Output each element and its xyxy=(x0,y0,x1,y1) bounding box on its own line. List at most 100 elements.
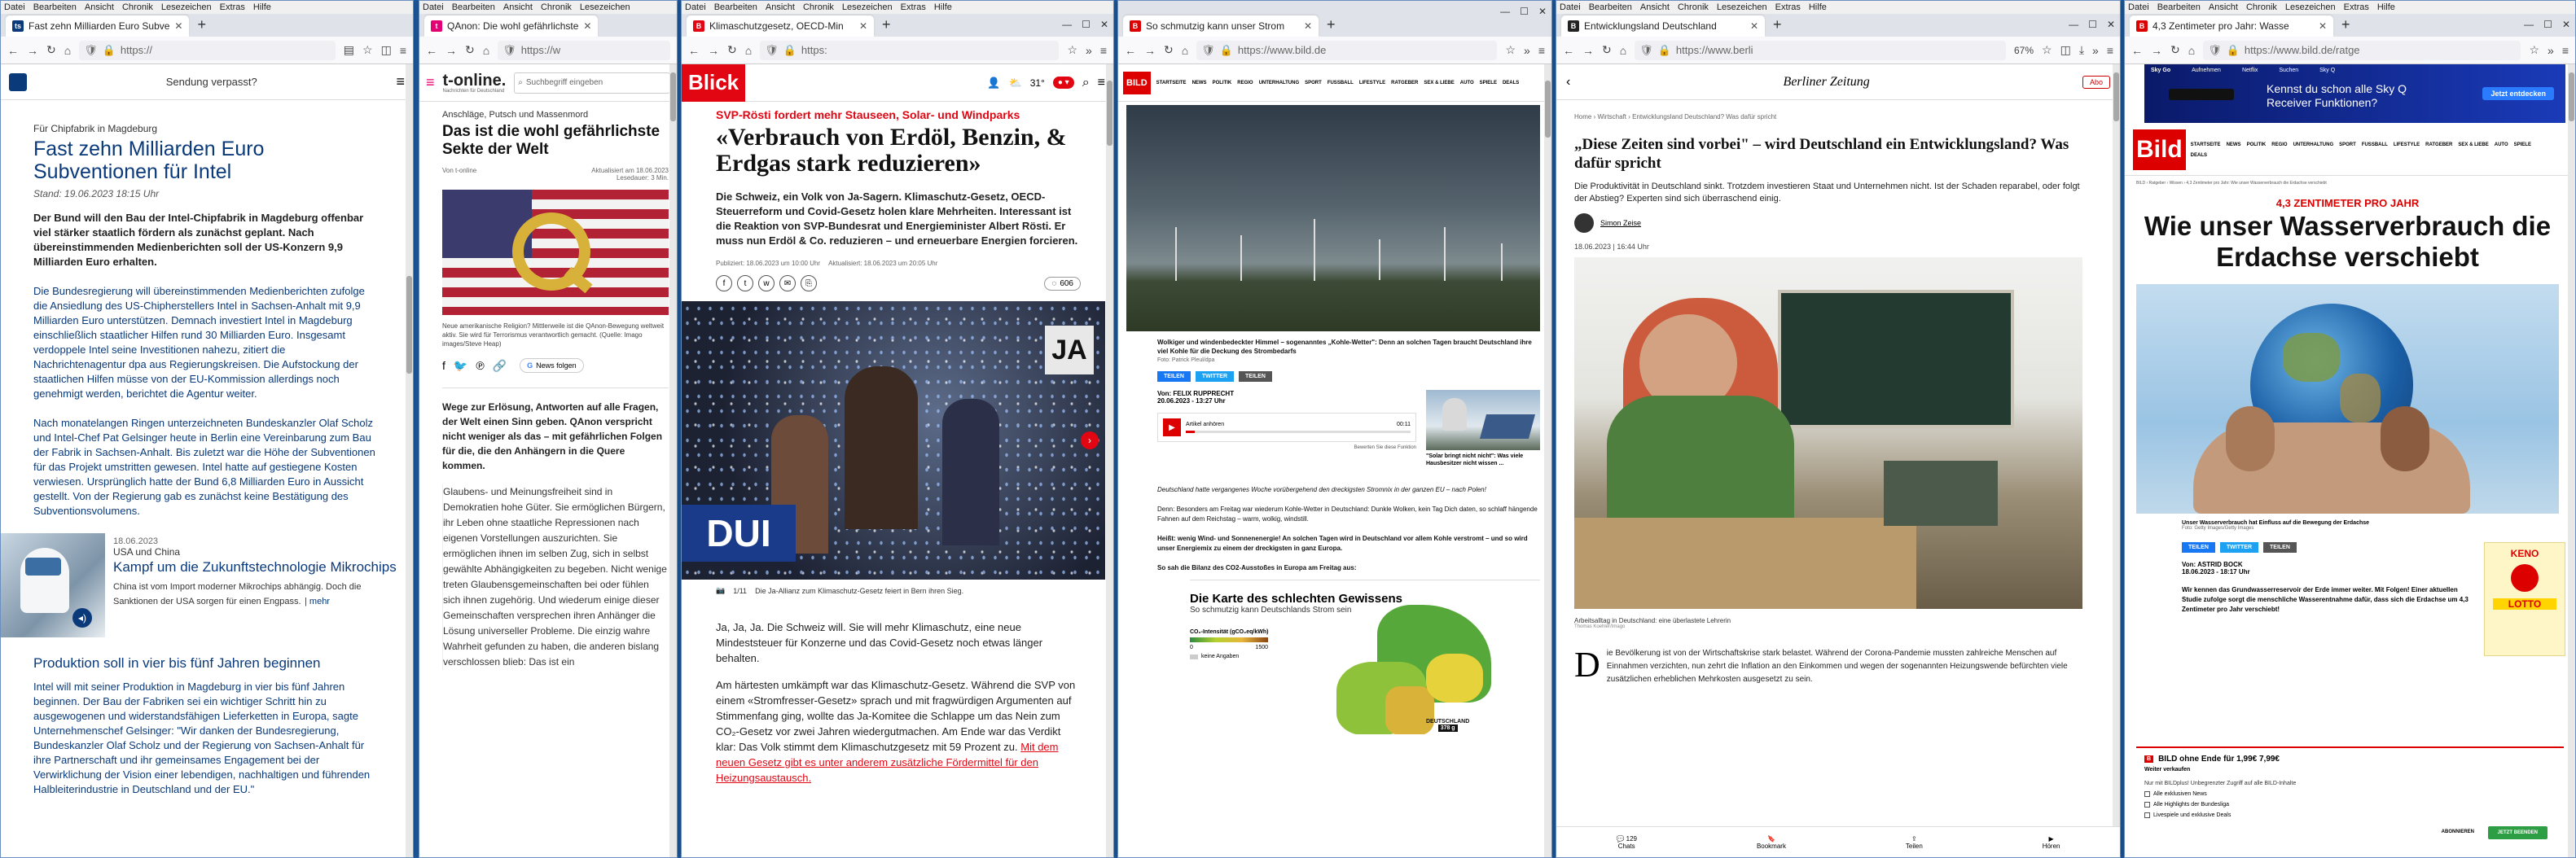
reload-icon[interactable]: ↻ xyxy=(46,43,56,57)
nav-item[interactable]: DEALS xyxy=(1503,81,1519,85)
pocket-icon[interactable]: ◫ xyxy=(2060,43,2071,57)
t-online-logo[interactable]: t-online. xyxy=(443,72,507,89)
forward-icon[interactable]: → xyxy=(708,44,719,57)
teaser-headline[interactable]: Kampf um die Zukunftstechnologie Mikroch… xyxy=(113,559,403,576)
back-icon[interactable]: ← xyxy=(2131,44,2143,57)
minimize-icon[interactable]: — xyxy=(2069,19,2078,30)
menu-ansicht[interactable]: Ansicht xyxy=(85,2,114,12)
back-icon[interactable]: ← xyxy=(7,44,19,57)
home-icon[interactable]: ⌂ xyxy=(483,44,489,57)
reload-icon[interactable]: ↻ xyxy=(465,43,475,57)
bild-logo[interactable]: BILD xyxy=(1123,71,1151,94)
sendung-verpasst-link[interactable]: Sendung verpasst? xyxy=(166,76,257,88)
share-twitter-button[interactable]: TWITTER xyxy=(2219,542,2258,553)
close-tab-icon[interactable]: ✕ xyxy=(1304,20,1312,32)
audio-rate-link[interactable]: Bewerten Sie diese Funktion xyxy=(1157,445,1416,450)
play-icon[interactable]: ▶ xyxy=(1163,418,1181,436)
menu-hilfe[interactable]: Hilfe xyxy=(1809,2,1827,12)
back-icon[interactable]: ← xyxy=(1563,44,1574,57)
url-bar[interactable]: 🛡 🔒 https: xyxy=(760,40,1060,60)
offer-subscribe-link[interactable]: ABONNIEREN xyxy=(2442,830,2474,834)
menu-ansicht[interactable]: Ansicht xyxy=(766,2,795,12)
new-tab-button[interactable]: + xyxy=(2337,16,2355,37)
url-bar[interactable]: 🛡 🔒 https://www.bild.de xyxy=(1196,40,1498,60)
menu-icon[interactable]: ≡ xyxy=(400,44,406,57)
search-icon[interactable]: ⌕ xyxy=(1082,76,1090,90)
forward-icon[interactable]: → xyxy=(1144,44,1156,57)
forward-icon[interactable]: → xyxy=(1582,44,1594,57)
nav-item[interactable]: AUTO xyxy=(1460,81,1474,85)
side-teaser[interactable]: "Solar bringt nicht nicht": Was viele Ha… xyxy=(1426,390,1540,467)
nav-item[interactable]: UNTERHALTUNG xyxy=(2293,142,2334,147)
nav-item[interactable]: AUTO xyxy=(2495,142,2508,147)
nav-item[interactable]: FUSSBALL xyxy=(2362,142,2388,147)
facebook-icon[interactable]: f xyxy=(716,275,732,291)
twitter-icon[interactable]: 🐦 xyxy=(454,359,467,373)
scrollbar[interactable] xyxy=(406,64,413,857)
maximize-icon[interactable]: ☐ xyxy=(2543,19,2552,30)
nav-item[interactable]: SPIELE xyxy=(1480,81,1497,85)
audio-progress[interactable] xyxy=(1186,431,1411,433)
reload-icon[interactable]: ↻ xyxy=(727,43,737,57)
offer-option[interactable]: Alle Highlights der Bundesliga xyxy=(2144,802,2556,808)
share-twitter-button[interactable]: TWITTER xyxy=(1195,371,1234,382)
menu-icon[interactable]: ≡ xyxy=(1538,44,1545,57)
lotto-ad[interactable]: KENO LOTTO xyxy=(2484,542,2565,656)
home-icon[interactable]: ⌂ xyxy=(64,44,71,57)
extensions-icon[interactable]: » xyxy=(2547,44,2554,57)
bookmark-star-icon[interactable]: ☆ xyxy=(2529,43,2539,57)
browser-tab[interactable]: B 4,3 Zentimeter pro Jahr: Wasse ✕ xyxy=(2130,15,2333,37)
menu-hilfe[interactable]: Hilfe xyxy=(2377,2,2395,12)
maximize-icon[interactable]: ☐ xyxy=(1520,6,1529,17)
scrollbar[interactable] xyxy=(1106,64,1113,857)
new-tab-button[interactable]: + xyxy=(192,16,211,37)
menu-datei[interactable]: Datei xyxy=(1560,2,1581,12)
menu-datei[interactable]: Datei xyxy=(685,2,706,12)
audio-icon[interactable]: ◂) xyxy=(72,608,92,628)
new-tab-button[interactable]: + xyxy=(1322,16,1341,37)
forward-icon[interactable]: → xyxy=(27,44,38,57)
close-window-icon[interactable]: ✕ xyxy=(1100,19,1108,30)
nav-item[interactable]: DEALS xyxy=(2191,153,2207,158)
menu-lesezeichen[interactable]: Lesezeichen xyxy=(580,2,630,12)
nav-item[interactable]: UNTERHALTUNG xyxy=(1259,81,1300,85)
nav-item[interactable]: REGIO xyxy=(1237,81,1253,85)
home-icon[interactable]: ⌂ xyxy=(1620,44,1626,57)
menu-hilfe[interactable]: Hilfe xyxy=(253,2,271,12)
menu-extras[interactable]: Extras xyxy=(901,2,926,12)
close-tab-icon[interactable]: ✕ xyxy=(859,20,867,32)
new-tab-button[interactable]: + xyxy=(1768,16,1787,37)
minimize-icon[interactable]: — xyxy=(2524,19,2534,30)
offer-cta-button[interactable]: JETZT BEENDEN xyxy=(2487,826,2547,839)
new-tab-button[interactable]: + xyxy=(877,16,896,37)
abo-button[interactable]: Abo xyxy=(2082,75,2110,89)
nav-item[interactable]: SPORT xyxy=(2339,142,2356,147)
link-icon[interactable]: 🔗 xyxy=(493,359,507,373)
audio-action[interactable]: ▶ Hören xyxy=(2043,835,2060,850)
home-icon[interactable]: ⌂ xyxy=(2188,44,2195,57)
menu-chronik[interactable]: Chronik xyxy=(2246,2,2277,12)
nav-item[interactable]: NEWS xyxy=(1192,81,1207,85)
browser-tab[interactable]: ts Fast zehn Milliarden Euro Subve ✕ xyxy=(6,15,190,37)
nav-item[interactable]: SPORT xyxy=(1305,81,1322,85)
menu-icon[interactable]: ≡ xyxy=(2107,44,2113,57)
extensions-icon[interactable]: » xyxy=(1086,44,1092,57)
share-other-button[interactable]: TEILEN xyxy=(1239,371,1272,382)
menu-bearbeiten[interactable]: Bearbeiten xyxy=(1589,2,1632,12)
nav-item[interactable]: POLITIK xyxy=(2247,142,2267,147)
browser-tab[interactable]: B Entwicklungsland Deutschland ✕ xyxy=(1561,15,1765,37)
zoom-level[interactable]: 67% xyxy=(2014,45,2034,56)
url-bar[interactable]: 🛡 https://w xyxy=(498,40,670,60)
nav-item[interactable]: SEX & LIEBE xyxy=(1424,81,1454,85)
nav-item[interactable]: SEX & LIEBE xyxy=(2458,142,2488,147)
url-bar[interactable]: 🛡 🔒 https://www.berli xyxy=(1635,40,2006,60)
bookmark-star-icon[interactable]: ☆ xyxy=(362,43,373,57)
menu-lesezeichen[interactable]: Lesezeichen xyxy=(161,2,212,12)
menu-extras[interactable]: Extras xyxy=(2344,2,2369,12)
browser-tab[interactable]: B Klimaschutzgesetz, OECD-Min ✕ xyxy=(687,15,874,37)
nav-item[interactable]: RATGEBER xyxy=(1391,81,1418,85)
menu-lesezeichen[interactable]: Lesezeichen xyxy=(842,2,893,12)
nav-item[interactable]: RATGEBER xyxy=(2425,142,2452,147)
bookmark-star-icon[interactable]: ☆ xyxy=(1067,43,1077,57)
breadcrumb[interactable]: Home › Wirtschaft › Entwicklungsland Deu… xyxy=(1574,113,2082,120)
